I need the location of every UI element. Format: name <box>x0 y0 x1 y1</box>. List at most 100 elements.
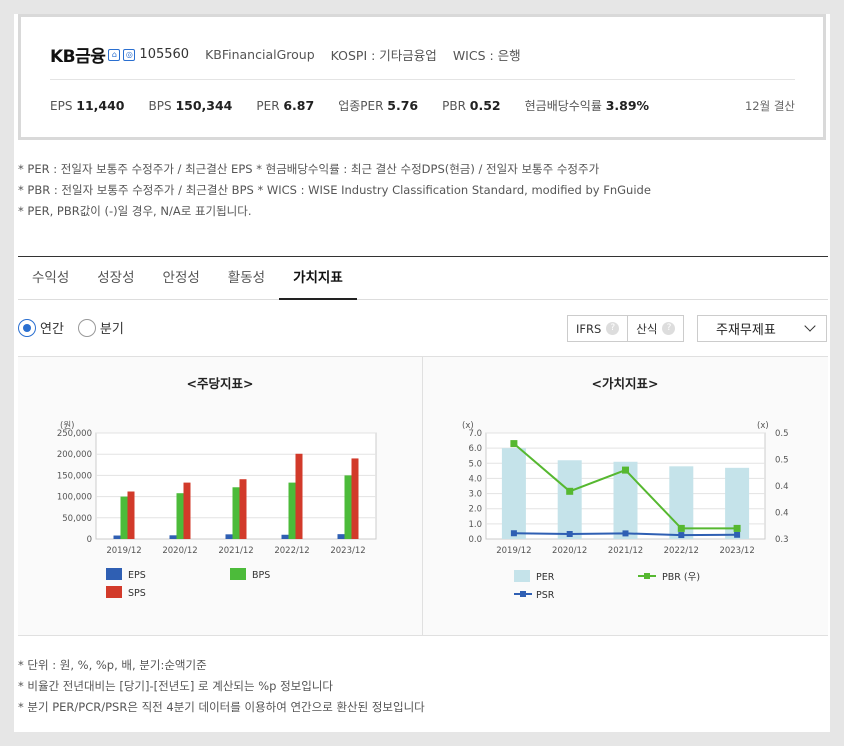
x-tick-label: 2022/12 <box>274 546 309 556</box>
y-tick-label: 250,000 <box>57 429 92 439</box>
y-tick-label: 5.0 <box>468 459 482 469</box>
statement-select[interactable]: 주재무제표 <box>697 315 827 342</box>
x-tick-label: 2020/12 <box>552 546 587 556</box>
legend-label-bps: BPS <box>252 570 270 581</box>
chart-title: <가치지표> <box>592 376 659 391</box>
x-tick-label: 2019/12 <box>496 546 531 556</box>
stat-pbr: PBR 0.52 <box>442 98 501 113</box>
y-tick-label: 150,000 <box>57 471 92 481</box>
tab-activity[interactable]: 활동성 <box>214 257 279 300</box>
stat-dividend-yield: 현금배당수익률 3.89% <box>524 98 650 113</box>
header-divider <box>50 79 795 80</box>
statement-select-value: 주재무제표 <box>716 323 776 338</box>
bar-sps <box>127 491 135 539</box>
legend-marker-pbr <box>644 573 650 579</box>
radio-annual-circle[interactable] <box>18 318 36 337</box>
bar-per <box>557 460 582 539</box>
radio-annual[interactable]: 연간 <box>18 318 64 337</box>
y-tick-label: 200,000 <box>57 450 92 460</box>
company-name: KB금융 <box>50 47 106 67</box>
x-tick-label: 2022/12 <box>664 546 699 556</box>
formula-label: 산식 <box>636 321 658 336</box>
radio-quarterly-circle[interactable] <box>77 318 96 337</box>
point-psr <box>622 530 629 537</box>
x-tick-label: 2021/12 <box>608 546 643 556</box>
unit-label-right: (x) <box>757 421 769 431</box>
radio-annual-label: 연간 <box>40 322 64 337</box>
x-tick-label: 2023/12 <box>330 546 365 556</box>
bar-eps <box>225 534 233 539</box>
note-line: * 분기 PER/PCR/PSR은 직전 4분기 데이터를 이용하여 연간으로 … <box>18 700 425 714</box>
y2-tick-label: 0.4 <box>775 509 789 519</box>
legend-label-eps: EPS <box>128 570 146 581</box>
bar-eps <box>169 535 177 539</box>
bar-sps <box>183 482 191 539</box>
english-name: KBFinancialGroup <box>205 47 315 62</box>
note-line: * 단위 : 원, %, %p, 배, 분기:순액기준 <box>18 658 207 672</box>
bar-sps <box>295 453 303 539</box>
tab-profitability[interactable]: 수익성 <box>18 257 83 300</box>
note-line: * 비율간 전년대비는 [당기]-[전년도] 로 계산되는 %p 정보입니다 <box>18 679 333 693</box>
top-strip <box>0 0 844 14</box>
notes-bottom: * 단위 : 원, %, %p, 배, 분기:순액기준 * 비율간 전년대비는 … <box>18 655 425 718</box>
radio-quarterly[interactable]: 분기 <box>77 318 124 337</box>
stat-per: PER 6.87 <box>256 98 315 113</box>
y2-tick-label: 0.5 <box>775 456 789 466</box>
home-icon[interactable]: ⌂ <box>108 48 121 61</box>
note-line: * PBR : 전일자 보통주 수정주가 / 최근결산 BPS * WICS :… <box>18 183 651 197</box>
bar-eps <box>281 534 289 539</box>
point-pbr <box>622 466 629 474</box>
point-psr <box>734 531 741 538</box>
y2-tick-label: 0.5 <box>775 429 789 439</box>
legend-swatch-sps <box>106 586 122 598</box>
bar-bps <box>344 475 352 539</box>
formula-button[interactable]: 산식? <box>628 315 685 342</box>
bar-bps <box>232 487 240 539</box>
tab-value-indicators[interactable]: 가치지표 <box>279 257 357 300</box>
x-tick-label: 2020/12 <box>162 546 197 556</box>
note-line: * PER, PBR값이 (-)일 경우, N/A로 표기됩니다. <box>18 204 252 218</box>
stats-row: EPS 11,440 BPS 150,344 PER 6.87 업종PER 5.… <box>50 97 673 114</box>
bar-eps <box>113 535 121 539</box>
company-header <box>18 14 826 140</box>
stock-code: 105560 <box>139 47 190 62</box>
help-icon[interactable]: ? <box>662 322 676 335</box>
bar-eps <box>337 534 345 539</box>
y-tick-label: 2.0 <box>468 505 482 515</box>
market-info: KOSPI : 기타금융업 <box>330 48 437 63</box>
y-tick-label: 4.0 <box>468 474 482 484</box>
globe-icon[interactable]: ◎ <box>123 48 136 61</box>
legend-swatch-per <box>514 570 530 582</box>
point-pbr <box>733 524 741 532</box>
y2-tick-label: 0.3 <box>775 535 789 545</box>
ifrs-button[interactable]: IFRS? <box>567 315 629 342</box>
point-pbr <box>677 524 685 532</box>
bar-sps <box>239 479 247 539</box>
tab-growth[interactable]: 성장성 <box>83 257 148 300</box>
y-tick-label: 6.0 <box>468 444 482 454</box>
stat-industry-per: 업종PER 5.76 <box>338 98 419 113</box>
tab-stability[interactable]: 안정성 <box>149 257 214 300</box>
chart-title: <주당지표> <box>187 376 254 391</box>
bar-bps <box>288 482 296 539</box>
y-tick-label: 3.0 <box>468 490 482 500</box>
x-tick-label: 2021/12 <box>218 546 253 556</box>
legend-marker-psr <box>520 591 526 597</box>
legend-label-pbr: PBR (우) <box>662 572 700 583</box>
stat-bps: BPS 150,344 <box>148 98 233 113</box>
y-tick-label: 100,000 <box>57 493 92 503</box>
notes-top: * PER : 전일자 보통주 수정주가 / 최근결산 EPS * 현금배당수익… <box>18 159 651 222</box>
point-psr <box>566 531 573 538</box>
help-icon[interactable]: ? <box>606 322 620 335</box>
option-buttons: IFRS? 산식? <box>567 315 685 342</box>
chevron-down-icon <box>804 320 816 332</box>
bottom-strip <box>14 732 830 746</box>
y-tick-label: 50,000 <box>62 514 92 524</box>
bar-per <box>501 448 526 539</box>
bar-bps <box>176 493 184 539</box>
tab-bar: 수익성 성장성 안정성 활동성 가치지표 <box>18 257 828 300</box>
point-pbr <box>510 440 518 448</box>
legend-swatch-eps <box>106 568 122 580</box>
bar-sps <box>351 458 359 539</box>
chart-panels: <주당지표> (원) 0 50,000 100,000 150,000 200,000 250… <box>18 356 828 636</box>
